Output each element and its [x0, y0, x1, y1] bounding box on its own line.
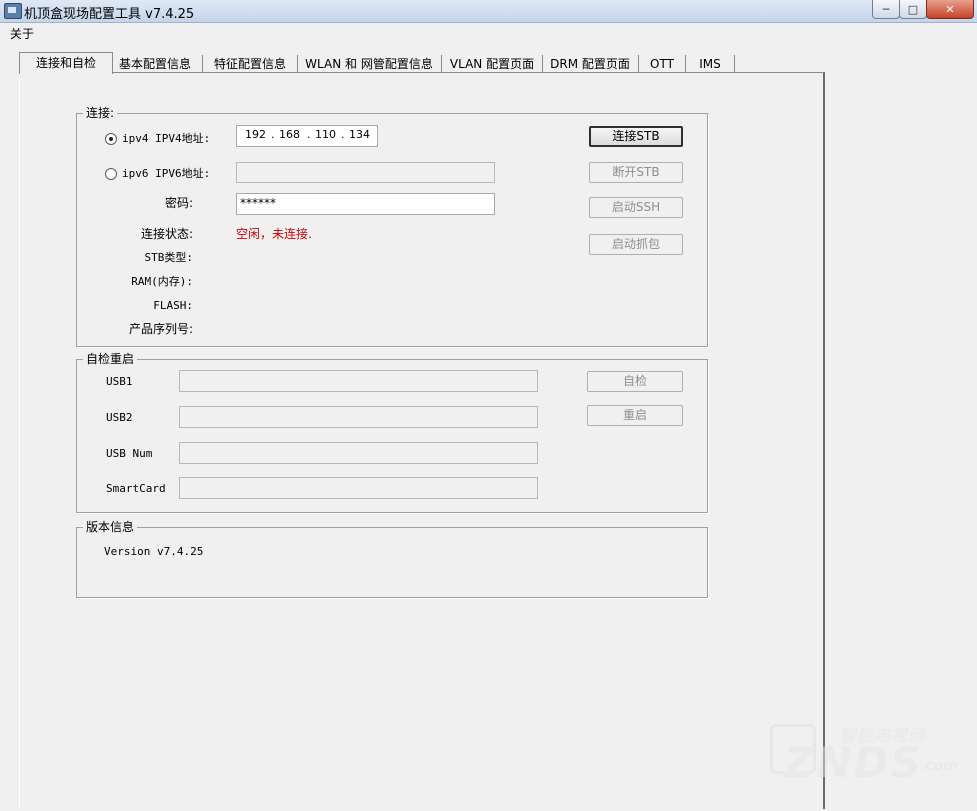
usb1-label: USB1 [106, 375, 133, 388]
window-title: 机顶盒现场配置工具 v7.4.25 [24, 7, 195, 22]
password-input[interactable]: ****** [236, 193, 495, 215]
usb1-field[interactable] [179, 370, 538, 392]
usb2-field[interactable] [179, 406, 538, 428]
connection-status-value: 空闲，未连接. [236, 227, 312, 241]
tab-ott[interactable]: OTT [639, 55, 686, 73]
tab-drm-config[interactable]: DRM 配置页面 [542, 55, 639, 73]
connect-stb-button[interactable]: 连接STB [589, 126, 683, 147]
ipv6-address-input[interactable] [236, 162, 495, 183]
ipv6-label: ipv6 IPV6地址: [122, 167, 211, 180]
disconnect-stb-button[interactable]: 断开STB [589, 162, 683, 183]
serial-number-label: 产品序列号: [128, 322, 193, 336]
tab-basic-config[interactable]: 基本配置信息 [108, 55, 203, 73]
tab-ims[interactable]: IMS [686, 55, 735, 73]
ipv4-octet-4: 134 [349, 128, 370, 141]
reboot-button[interactable]: 重启 [587, 405, 683, 426]
ipv6-radio[interactable] [105, 168, 117, 180]
ipv4-octet-3: 110 [315, 128, 336, 141]
maximize-button[interactable]: □ [899, 0, 927, 19]
connect-group-title: 连接: [83, 106, 118, 120]
side-area [826, 72, 977, 811]
tab-connect-selftest[interactable]: 连接和自检 [19, 52, 113, 74]
version-group: 版本信息 Version v7.4.25 [76, 520, 708, 598]
znds-watermark-logo: 智能电视网 ZNDS .com [770, 718, 970, 798]
version-text: Version v7.4.25 [104, 545, 204, 558]
title-bar: 机顶盒现场配置工具 v7.4.25 ─ □ ✕ [0, 0, 977, 23]
selftest-group-title: 自检重启 [83, 352, 138, 366]
menu-about[interactable]: 关于 [10, 25, 34, 42]
smartcard-label: SmartCard [106, 482, 166, 495]
tab-wlan-config[interactable]: WLAN 和 网管配置信息 [297, 55, 442, 73]
stb-type-label: STB类型: [144, 251, 194, 264]
app-icon [4, 3, 22, 19]
start-capture-button[interactable]: 启动抓包 [589, 234, 683, 255]
version-group-title: 版本信息 [83, 520, 138, 534]
flash-label: FLASH: [153, 299, 193, 312]
ipv4-octet-2: 168 [279, 128, 300, 141]
start-ssh-button[interactable]: 启动SSH [589, 197, 683, 218]
connect-group: 连接: ipv4 IPV4地址: 192 . 168 . 110 . 134 连… [76, 106, 708, 347]
ipv4-label: ipv4 IPV4地址: [122, 132, 211, 145]
menu-bar: 关于 [0, 23, 977, 43]
minimize-button[interactable]: ─ [872, 0, 900, 19]
tab-feature-config[interactable]: 特征配置信息 [203, 55, 298, 73]
ipv4-radio[interactable] [105, 133, 117, 145]
watermark-big-text: ZNDS [784, 738, 923, 787]
ipv4-octet-1: 192 [245, 128, 266, 141]
ipv4-address-input[interactable]: 192 . 168 . 110 . 134 [236, 125, 378, 147]
usb2-label: USB2 [106, 411, 133, 424]
tab-vlan-config[interactable]: VLAN 配置页面 [442, 55, 543, 73]
ram-label: RAM(内存): [131, 275, 193, 288]
usb-num-field[interactable] [179, 442, 538, 464]
watermark-suffix: .com [920, 758, 958, 774]
password-label: 密码: [164, 196, 193, 210]
usb-num-label: USB Num [106, 447, 153, 460]
selftest-group: 自检重启 USB1 自检 USB2 重启 USB Num SmartCard [76, 352, 708, 513]
selftest-button[interactable]: 自检 [587, 371, 683, 392]
close-button[interactable]: ✕ [926, 0, 974, 19]
smartcard-field[interactable] [179, 477, 538, 499]
connection-status-label: 连接状态: [140, 227, 193, 241]
